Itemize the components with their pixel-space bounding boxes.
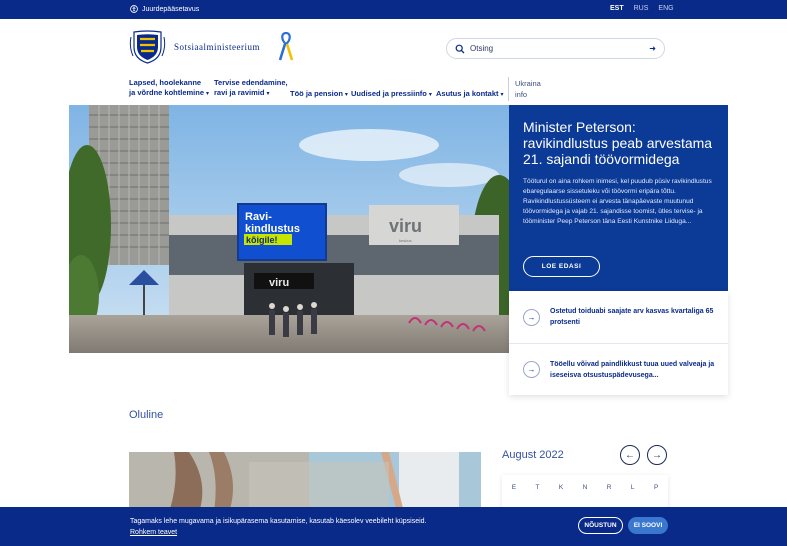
- accessibility-label: Juurdepääsetavus: [142, 5, 200, 13]
- nav-item-health[interactable]: Tervise edendamine, ravi ja ravimid ▾: [214, 78, 288, 99]
- cookie-deny-button[interactable]: EI SOOVI: [628, 517, 668, 534]
- calendar-prev-button[interactable]: ←: [620, 445, 640, 465]
- nav-label: Asutus ja kontakt: [436, 89, 499, 98]
- lang-rus[interactable]: RUS: [634, 5, 649, 12]
- featured-title[interactable]: Minister Peterson: ravikindlustus peab a…: [523, 119, 714, 167]
- cookie-text: Tagamaks lehe mugavama ja isikupärasema …: [130, 518, 427, 525]
- arrow-left-icon: ←: [625, 449, 635, 461]
- lang-est[interactable]: EST: [610, 5, 624, 12]
- important-image: [129, 452, 481, 512]
- top-bar: Juurdepääsetavus EST RUS ENG: [0, 0, 787, 19]
- cookie-banner: Tagamaks lehe mugavama ja isikupärasema …: [0, 507, 787, 546]
- nav-item-news[interactable]: Uudised ja pressiinfo ▾: [351, 89, 432, 100]
- featured-summary: Tööturul on aina rohkem inimesi, kel puu…: [523, 178, 712, 225]
- news-item-title: Tööellu võivad paindlikkust tuua uued va…: [550, 360, 715, 379]
- cookie-more-link[interactable]: Rohkem teavet: [130, 527, 427, 538]
- cookie-accept-button[interactable]: NÕUSTUN: [578, 517, 623, 534]
- nav-divider: [508, 77, 509, 101]
- accessibility-icon: [130, 5, 138, 13]
- ukraine-ribbon-icon: [278, 32, 294, 61]
- site-logo[interactable]: Sotsiaalministeerium: [129, 29, 260, 65]
- nav-label: Tervise edendamine,: [214, 78, 288, 87]
- viru-sign-main: viru: [389, 216, 422, 236]
- search-icon: [455, 44, 465, 53]
- chevron-down-icon: ▾: [206, 91, 210, 97]
- nav-item-contact[interactable]: Asutus ja kontakt ▾: [436, 89, 504, 100]
- chevron-down-icon: ▾: [344, 92, 348, 98]
- nav-label: Uudised ja pressiinfo: [351, 89, 427, 98]
- read-more-button[interactable]: LOE EDASI: [523, 256, 600, 277]
- chevron-down-icon: ▾: [428, 92, 432, 98]
- chevron-down-icon: ▾: [500, 92, 504, 98]
- billboard-line-2: kindlustus: [245, 223, 300, 235]
- nav-item-children[interactable]: Lapsed, hoolekanne ja võrdne kohtlemine ▾: [129, 78, 209, 99]
- search-submit-icon[interactable]: ➜: [649, 44, 656, 53]
- cookie-message: Tagamaks lehe mugavama ja isikupärasema …: [130, 516, 427, 538]
- chevron-down-icon: ▾: [266, 91, 270, 97]
- language-switcher: EST RUS ENG: [610, 5, 674, 12]
- site-header: Sotsiaalministeerium Otsing ➜ Lapsed, ho…: [0, 19, 787, 105]
- accessibility-link[interactable]: Juurdepääsetavus: [130, 5, 199, 13]
- entrance-sign: viru: [269, 277, 289, 289]
- search-box[interactable]: Otsing ➜: [446, 38, 665, 59]
- viru-sign-sub: keskus: [399, 238, 411, 243]
- search-input[interactable]: Otsing: [470, 44, 649, 53]
- nav-label: ravi ja ravimid: [214, 88, 265, 97]
- nav-item-work-pension[interactable]: Töö ja pension ▾: [290, 89, 348, 100]
- coat-of-arms-icon: [129, 30, 166, 64]
- nav-label: info: [515, 90, 528, 99]
- calendar-month: August 2022: [502, 449, 564, 461]
- hero-image: viru keskus viru Ravi- kindlustus kõigil…: [69, 105, 509, 353]
- billboard-line-3: kõigile!: [246, 235, 278, 245]
- lang-eng[interactable]: ENG: [658, 5, 673, 12]
- section-title: Oluline: [129, 409, 164, 421]
- news-list: → Ostetud toiduabi saajate arv kasvas kv…: [509, 291, 728, 395]
- featured-article: Minister Peterson: ravikindlustus peab a…: [509, 105, 728, 291]
- nav-item-ukraina[interactable]: Ukraina info: [515, 78, 541, 100]
- nav-label: Töö ja pension: [290, 89, 343, 98]
- calendar-next-button[interactable]: →: [647, 445, 667, 465]
- ministry-name: Sotsiaalministeerium: [174, 42, 260, 52]
- arrow-right-icon: →: [523, 361, 540, 378]
- news-item-title: Ostetud toiduabi saajate arv kasvas kvar…: [550, 308, 714, 326]
- news-item[interactable]: → Ostetud toiduabi saajate arv kasvas kv…: [509, 291, 728, 343]
- arrow-right-icon: →: [652, 449, 662, 461]
- news-item[interactable]: → Tööellu võivad paindlikkust tuua uued …: [509, 343, 728, 395]
- arrow-right-icon: →: [523, 308, 540, 326]
- nav-label: ja võrdne kohtlemine: [129, 88, 205, 97]
- nav-label: Ukraina: [515, 79, 541, 88]
- billboard-line-1: Ravi-: [245, 211, 272, 223]
- nav-label: Lapsed, hoolekanne: [129, 78, 202, 87]
